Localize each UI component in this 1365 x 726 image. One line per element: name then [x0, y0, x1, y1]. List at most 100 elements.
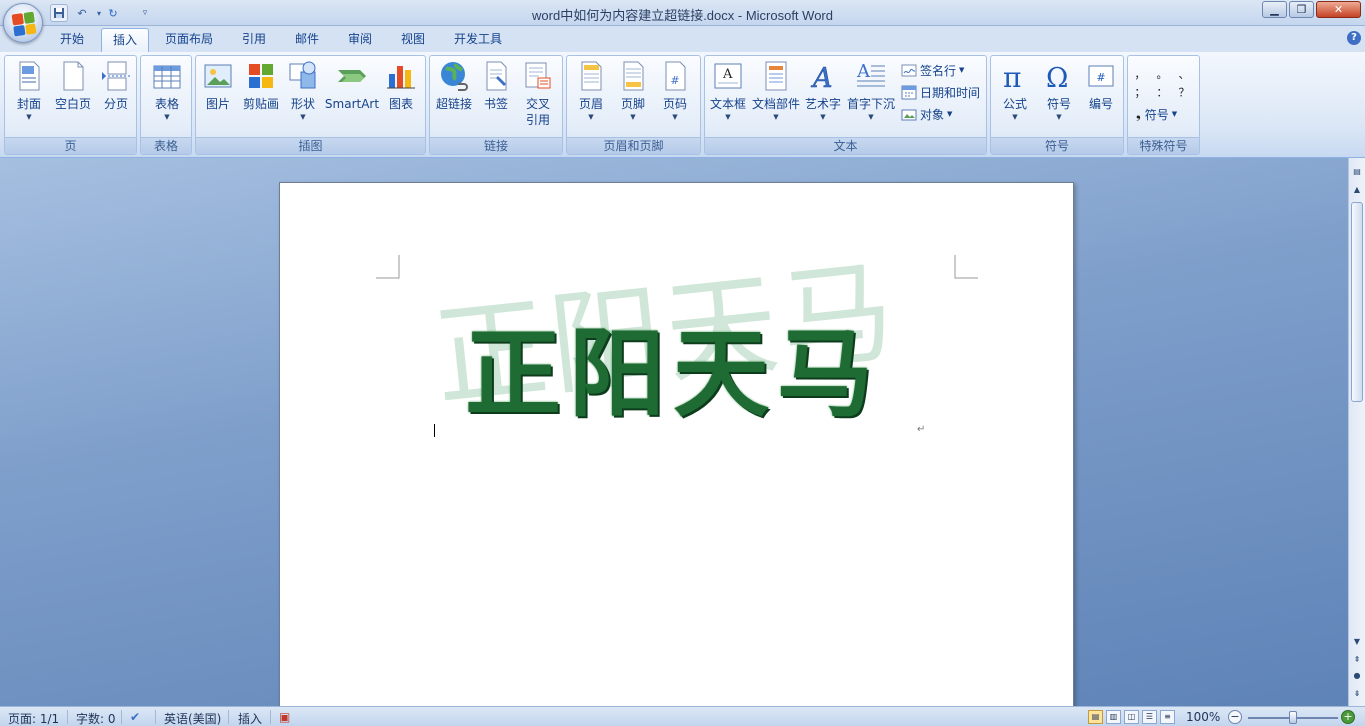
- scroll-down-icon[interactable]: ▼: [1350, 634, 1364, 650]
- insert-mode-status[interactable]: 插入: [238, 710, 262, 726]
- blank-page-button[interactable]: 空白页: [51, 60, 95, 112]
- clipart-button[interactable]: 剪贴画: [240, 60, 282, 112]
- more-symbols-button[interactable]: ❟ 符号 ▼: [1136, 104, 1177, 124]
- svg-text:Ω: Ω: [1046, 63, 1068, 92]
- bookmark-label: 书签: [483, 97, 508, 111]
- tab-mailings[interactable]: 邮件: [284, 28, 330, 52]
- table-button[interactable]: 表格 ▼: [147, 60, 187, 122]
- page-number-button[interactable]: # 页码 ▼: [655, 60, 695, 122]
- chevron-down-icon: ▼: [26, 113, 32, 121]
- hyperlink-button[interactable]: 超链接: [432, 60, 476, 112]
- status-bar: 页面: 1/1 字数: 0 ✔ 英语(美国) 插入 ▣ ▤ ▥ ◫ ☰ ≡ 10…: [0, 706, 1365, 726]
- shapes-button[interactable]: 形状 ▼: [286, 60, 320, 122]
- footer-label: 页脚: [620, 97, 645, 111]
- draft-view-icon[interactable]: ≡: [1160, 710, 1175, 724]
- special-symbol-period[interactable]: 。: [1156, 66, 1168, 82]
- tab-review[interactable]: 审阅: [337, 28, 383, 52]
- scroll-up-icon[interactable]: ▲: [1350, 182, 1364, 198]
- chart-icon: [385, 60, 417, 92]
- office-logo-icon: [11, 11, 37, 37]
- signature-line-label: 签名行: [920, 63, 957, 78]
- ruler-toggle-icon[interactable]: ▤: [1350, 164, 1364, 180]
- wordart-button[interactable]: A 艺术字 ▼: [803, 60, 843, 122]
- zoom-in-icon[interactable]: +: [1341, 710, 1355, 724]
- vertical-scrollbar[interactable]: ▤ ▲ ▼ ⇞ ● ⇟: [1348, 158, 1365, 706]
- chevron-down-icon: ▼: [1012, 113, 1018, 121]
- special-symbol-comma[interactable]: ，: [1134, 66, 1146, 82]
- picture-button[interactable]: 图片: [200, 60, 236, 112]
- group-links: 超链接 书签 交叉 引用 链接: [429, 55, 563, 155]
- status-divider: [155, 710, 156, 724]
- object-button[interactable]: 对象 ▼: [901, 104, 952, 124]
- date-time-button[interactable]: 日期和时间: [901, 82, 980, 102]
- tab-home[interactable]: 开始: [49, 28, 95, 52]
- tab-developer[interactable]: 开发工具: [443, 28, 513, 52]
- tab-view[interactable]: 视图: [390, 28, 436, 52]
- macro-record-icon[interactable]: ▣: [279, 710, 290, 724]
- bookmark-button[interactable]: 书签: [478, 60, 514, 112]
- header-label: 页眉: [578, 97, 603, 111]
- drop-cap-label: 首字下沉: [846, 97, 895, 111]
- office-button[interactable]: [3, 3, 43, 43]
- cross-reference-button[interactable]: 交叉 引用: [518, 60, 558, 128]
- special-symbol-question[interactable]: ？: [1178, 84, 1190, 100]
- signature-line-button[interactable]: 签名行 ▼: [901, 60, 964, 80]
- word-count-status[interactable]: 字数: 0: [76, 710, 116, 726]
- next-page-icon[interactable]: ⇟: [1350, 686, 1364, 702]
- browse-object-icon[interactable]: ●: [1350, 668, 1364, 684]
- wordart-label: 艺术字: [804, 97, 841, 111]
- omega-icon: Ω: [1043, 60, 1075, 94]
- smartart-button[interactable]: SmartArt: [324, 60, 380, 112]
- group-symbols: π 公式 ▼ Ω 符号 ▼ # 编号 符号: [990, 55, 1124, 155]
- tab-insert[interactable]: 插入: [101, 28, 150, 53]
- chevron-down-icon: ▼: [672, 113, 678, 121]
- page-number-icon: #: [659, 60, 691, 92]
- numbering-button[interactable]: # 编号: [1081, 60, 1121, 112]
- document-page[interactable]: 正阳天马 正阳天马 ↵: [279, 182, 1074, 712]
- header-button[interactable]: 页眉 ▼: [571, 60, 611, 122]
- textbox-label: 文本框: [709, 97, 746, 111]
- quick-parts-button[interactable]: 文档部件 ▼: [751, 60, 801, 122]
- zoom-level[interactable]: 100%: [1186, 710, 1220, 724]
- paragraph-mark: ↵: [917, 424, 926, 435]
- tab-references[interactable]: 引用: [231, 28, 277, 52]
- tab-page-layout[interactable]: 页面布局: [154, 28, 224, 52]
- special-symbol-enumeration-comma[interactable]: 、: [1178, 66, 1190, 82]
- help-icon[interactable]: ?: [1347, 31, 1361, 45]
- calendar-icon: [901, 84, 917, 100]
- zoom-out-icon[interactable]: −: [1228, 710, 1242, 724]
- group-caption-symbols: 符号: [991, 137, 1123, 154]
- chart-button[interactable]: 图表: [384, 60, 418, 112]
- zoom-slider-thumb[interactable]: [1289, 711, 1297, 724]
- special-symbol-semicolon[interactable]: ；: [1134, 84, 1146, 100]
- cover-page-button[interactable]: 封面 ▼: [9, 60, 49, 122]
- smartart-icon: [336, 60, 368, 92]
- previous-page-icon[interactable]: ⇞: [1350, 652, 1364, 668]
- chevron-down-icon: ▼: [725, 113, 731, 121]
- footer-button[interactable]: 页脚 ▼: [613, 60, 653, 122]
- drop-cap-button[interactable]: A 首字下沉 ▼: [845, 60, 897, 122]
- footer-icon: [617, 60, 649, 92]
- special-symbol-colon[interactable]: ：: [1156, 84, 1168, 100]
- textbox-button[interactable]: A 文本框 ▼: [707, 60, 749, 122]
- scroll-thumb[interactable]: [1351, 202, 1363, 402]
- clipart-icon: [245, 60, 277, 92]
- page-break-button[interactable]: 分页: [97, 60, 135, 112]
- page-count-status[interactable]: 页面: 1/1: [8, 710, 59, 726]
- equation-button[interactable]: π 公式 ▼: [995, 60, 1035, 122]
- group-pages: 封面 ▼ 空白页 分页 页: [4, 55, 137, 155]
- ribbon-tabs: 开始 插入 页面布局 引用 邮件 审阅 视图 开发工具: [0, 26, 1365, 53]
- restore-button[interactable]: ❐: [1289, 1, 1314, 18]
- wordart-text[interactable]: 正阳天马: [465, 326, 881, 422]
- language-status[interactable]: 英语(美国): [164, 710, 221, 726]
- proofing-icon[interactable]: ✔: [130, 710, 140, 724]
- symbol-button[interactable]: Ω 符号 ▼: [1039, 60, 1079, 122]
- quick-parts-icon: [760, 60, 792, 92]
- web-layout-view-icon[interactable]: ◫: [1124, 710, 1139, 724]
- outline-view-icon[interactable]: ☰: [1142, 710, 1157, 724]
- close-button[interactable]: ✕: [1316, 1, 1361, 18]
- minimize-button[interactable]: ▁: [1262, 1, 1287, 18]
- full-screen-reading-view-icon[interactable]: ▥: [1106, 710, 1121, 724]
- svg-text:#: #: [1096, 71, 1105, 84]
- print-layout-view-icon[interactable]: ▤: [1088, 710, 1103, 724]
